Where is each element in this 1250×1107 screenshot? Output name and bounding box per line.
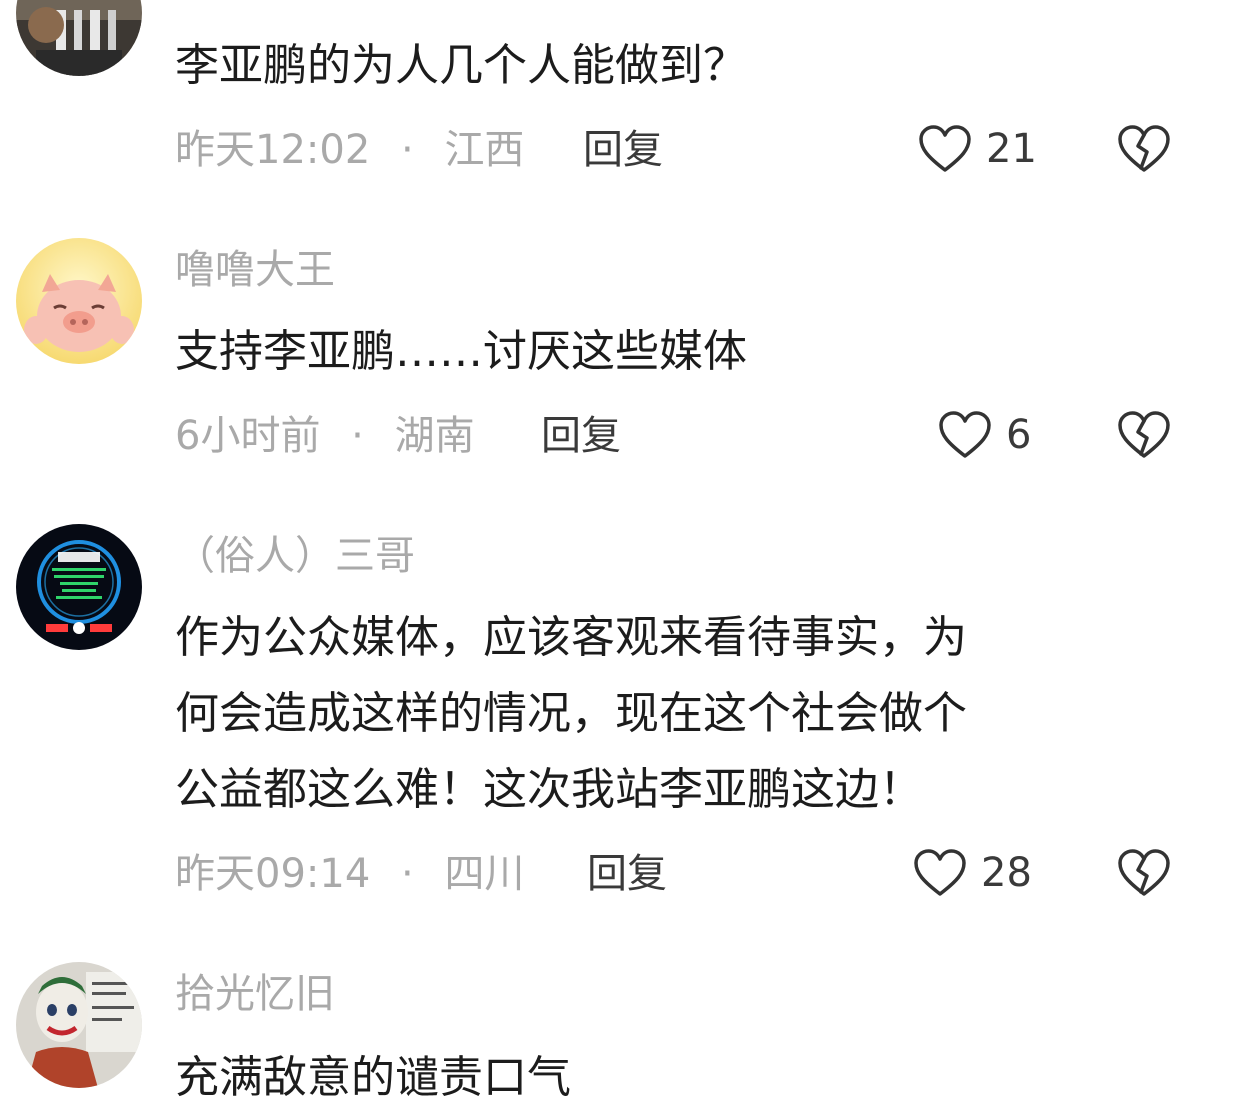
meta-separator: · (401, 127, 414, 173)
reply-button[interactable]: 回复 (541, 412, 621, 460)
reply-button[interactable]: 回复 (587, 850, 667, 898)
comment-text-line: 李亚鹏的为人几个人能做到？ (175, 40, 747, 91)
comment-text-line: 公益都这么难！这次我站李亚鹏这边！ (175, 764, 923, 815)
username[interactable]: （俗人）三哥 (175, 532, 415, 580)
avatar[interactable] (16, 524, 142, 650)
heart-outline-icon (919, 125, 971, 172)
like-button[interactable]: 28 (913, 848, 1032, 898)
meta-separator: · (351, 413, 364, 459)
comment-location: 四川 (444, 851, 525, 897)
comment-location: 湖南 (394, 413, 475, 459)
comment-list: 李亚鹏的为人几个人能做到？ 昨天12:02 · 江西 回复 21 噜噜大王 支持… (0, 0, 1250, 1107)
broken-heart-icon (1118, 411, 1170, 458)
comment-text-line: 作为公众媒体，应该客观来看待事实，为 (175, 612, 967, 663)
avatar-image (16, 0, 142, 76)
like-button[interactable]: 6 (938, 410, 1031, 460)
avatar-image (16, 962, 142, 1088)
avatar[interactable] (16, 962, 142, 1088)
username[interactable]: 噜噜大王 (175, 246, 335, 294)
broken-heart-icon (1118, 125, 1170, 172)
avatar-image (16, 524, 142, 650)
comment-meta: 6小时前 · 湖南 (175, 412, 475, 460)
comment-text: 李亚鹏的为人几个人能做到？ (175, 28, 1175, 104)
dislike-button[interactable] (1117, 848, 1171, 898)
like-count: 21 (986, 126, 1037, 172)
broken-heart-icon (1118, 849, 1170, 896)
comment-text-line: 何会造成这样的情况，现在这个社会做个 (175, 688, 967, 739)
heart-outline-icon (914, 849, 966, 896)
like-button[interactable]: 21 (918, 124, 1037, 174)
reply-button[interactable]: 回复 (583, 126, 663, 174)
dislike-button[interactable] (1117, 410, 1171, 460)
like-count: 6 (1006, 412, 1032, 458)
comment-time: 昨天12:02 (175, 127, 371, 173)
comment-meta: 昨天09:14 · 四川 (175, 850, 524, 898)
comment-text: 充满敌意的谴责口气 (175, 1040, 1175, 1107)
like-count: 28 (981, 850, 1032, 896)
avatar[interactable] (16, 0, 142, 76)
comment-time: 6小时前 (175, 413, 321, 459)
comment-text: 支持李亚鹏……讨厌这些媒体 (175, 314, 1175, 390)
comment-text-line: 支持李亚鹏……讨厌这些媒体 (175, 326, 747, 377)
avatar[interactable] (16, 238, 142, 364)
meta-separator: · (401, 851, 414, 897)
comment-time: 昨天09:14 (175, 851, 371, 897)
heart-outline-icon (939, 411, 991, 458)
username[interactable]: 拾光忆旧 (175, 970, 335, 1018)
comment-text: 作为公众媒体，应该客观来看待事实，为 何会造成这样的情况，现在这个社会做个 公益… (175, 600, 1175, 828)
dislike-button[interactable] (1117, 124, 1171, 174)
avatar-image (16, 238, 142, 364)
comment-meta: 昨天12:02 · 江西 (175, 126, 524, 174)
comment-location: 江西 (444, 127, 525, 173)
comment-text-line: 充满敌意的谴责口气 (175, 1052, 571, 1103)
